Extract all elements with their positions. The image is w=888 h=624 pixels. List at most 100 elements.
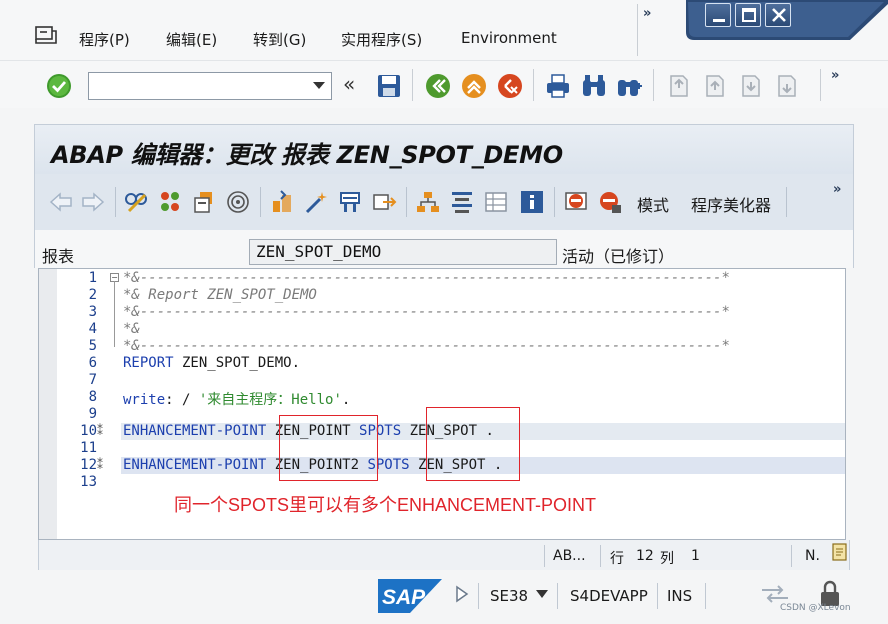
string-literal: '来自主程序：Hello' xyxy=(198,392,342,408)
enter-checkmark-icon[interactable] xyxy=(46,73,72,99)
svg-text:SAP: SAP xyxy=(382,586,426,609)
toolbar-divider xyxy=(406,187,407,217)
command-dropdown-icon[interactable] xyxy=(313,82,325,89)
external-breakpoint-icon[interactable] xyxy=(597,189,623,215)
transaction-code: SE38 xyxy=(490,587,529,605)
sap-logo-icon: SAP xyxy=(378,579,442,613)
toolbar-more-chevron-icon[interactable]: » xyxy=(831,68,839,83)
info-icon[interactable] xyxy=(519,189,545,215)
line-number: 7 xyxy=(88,372,97,388)
line-number: 9 xyxy=(88,406,97,422)
status-divider xyxy=(544,545,545,567)
enhancement-marker-icon[interactable]: ⁑ xyxy=(97,458,103,472)
col-label: 列 xyxy=(660,551,674,567)
server-name: S4DEVAPP xyxy=(570,587,648,605)
menu-icon[interactable] xyxy=(35,26,57,44)
row-value: 12 xyxy=(636,548,654,564)
watermark: CSDN @XLevon xyxy=(780,603,851,613)
line-number: 1 xyxy=(88,270,97,286)
input-mode[interactable]: INS xyxy=(667,587,692,605)
status-divider xyxy=(600,545,601,567)
page-title: ABAP 编辑器：更改 报表 ZEN_SPOT_DEMO xyxy=(51,141,563,169)
pattern-icon[interactable] xyxy=(449,189,475,215)
app-toolbar-more-chevron-icon[interactable]: » xyxy=(833,182,841,197)
where-used-icon[interactable] xyxy=(225,189,251,215)
code-text: : / xyxy=(165,392,199,408)
next-page-icon[interactable] xyxy=(737,72,765,100)
close-button[interactable] xyxy=(765,3,791,27)
pretty-printer-button[interactable]: 程序美化器 xyxy=(691,192,771,216)
mode-button[interactable]: 模式 xyxy=(637,192,669,216)
enhancement-marker-icon[interactable]: ⁑ xyxy=(97,424,103,438)
arrow-right-icon[interactable] xyxy=(80,189,106,215)
first-page-icon[interactable] xyxy=(665,72,693,100)
active-inactive-icon[interactable] xyxy=(157,189,183,215)
toolbar-divider xyxy=(653,69,654,101)
print-icon[interactable] xyxy=(544,72,572,100)
menu-program[interactable]: 程序(P) xyxy=(79,29,130,50)
keyword: REPORT xyxy=(123,355,174,371)
row-label: 行 xyxy=(610,551,624,567)
table-view-icon[interactable] xyxy=(483,189,509,215)
keyword: write xyxy=(123,392,166,408)
set-breakpoint-icon[interactable] xyxy=(563,189,589,215)
menu-divider xyxy=(637,4,638,56)
title-bar: ABAP 编辑器：更改 报表 ZEN_SPOT_DEMO xyxy=(34,124,854,174)
report-name-field[interactable]: ZEN_SPOT_DEMO xyxy=(249,239,557,265)
spot-highlight-box xyxy=(426,407,520,481)
exit-icon[interactable] xyxy=(460,72,488,100)
transaction-dropdown-icon[interactable] xyxy=(536,590,548,598)
editor-status-bar: AB... 行 12 列 1 N. xyxy=(38,540,850,570)
last-page-icon[interactable] xyxy=(773,72,801,100)
check-syntax-icon[interactable] xyxy=(269,189,295,215)
code-line-write: write: / '来自主程序：Hello'. xyxy=(123,389,350,409)
system-status-bar: SAP SE38 S4DEVAPP INS CSDN @XLevon xyxy=(0,570,888,624)
test-icon[interactable] xyxy=(337,189,363,215)
menu-environment[interactable]: Environment xyxy=(461,29,557,47)
line-number: 10 xyxy=(80,423,97,439)
save-icon[interactable] xyxy=(375,72,403,100)
arrow-left-icon[interactable] xyxy=(48,189,74,215)
report-status: 活动（已修订） xyxy=(562,247,675,266)
display-change-icon[interactable] xyxy=(123,189,149,215)
activate-wand-icon[interactable] xyxy=(303,189,329,215)
hierarchy-icon[interactable] xyxy=(415,189,441,215)
status-divider xyxy=(557,583,558,609)
point-highlight-box xyxy=(279,415,378,481)
menu-edit[interactable]: 编辑(E) xyxy=(166,29,217,50)
application-toolbar: 模式 程序美化器 » xyxy=(34,174,854,230)
code-line-report: REPORT ZEN_SPOT_DEMO. xyxy=(123,355,300,371)
menu-goto[interactable]: 转到(G) xyxy=(253,29,306,50)
minimize-button[interactable] xyxy=(705,3,731,27)
object-list-icon[interactable] xyxy=(191,189,217,215)
collapse-command-field-button[interactable]: « xyxy=(343,74,355,94)
previous-page-icon[interactable] xyxy=(701,72,729,100)
minimize-icon xyxy=(713,19,725,22)
line-number: 8 xyxy=(88,389,97,405)
code-line-comment: *&--------------------------------------… xyxy=(123,304,730,320)
play-icon[interactable] xyxy=(455,585,469,603)
toolbar-divider xyxy=(412,69,413,101)
code-editor[interactable]: − 1 2 3 4 5 6 7 8 9 10 11 12 13 ⁑ ⁑ *&--… xyxy=(38,268,846,540)
command-field[interactable] xyxy=(88,72,332,100)
annotation-note: 同一个SPOTS里可以有多个ENHANCEMENT-POINT xyxy=(174,495,597,515)
back-icon[interactable] xyxy=(424,72,452,100)
line-number: 12 xyxy=(80,457,97,473)
fold-guide xyxy=(114,281,115,347)
navigation-icon[interactable] xyxy=(371,189,397,215)
find-icon[interactable] xyxy=(580,72,608,100)
window-controls xyxy=(686,0,888,42)
line-number: 13 xyxy=(80,474,97,490)
menu-more-chevron-icon[interactable]: » xyxy=(643,6,651,21)
status-divider xyxy=(705,583,706,609)
find-next-icon[interactable] xyxy=(616,72,644,100)
report-header: 报表 ZEN_SPOT_DEMO 活动（已修订） xyxy=(34,230,854,268)
code-line-comment: *&--------------------------------------… xyxy=(123,338,730,354)
editor-mode: AB... xyxy=(553,548,586,564)
maximize-icon xyxy=(742,8,756,22)
cancel-icon[interactable] xyxy=(496,72,524,100)
menu-bar: 程序(P) 编辑(E) 转到(G) 实用程序(S) Environment » xyxy=(0,0,888,60)
maximize-button[interactable] xyxy=(735,3,761,27)
menu-utilities[interactable]: 实用程序(S) xyxy=(341,29,422,50)
document-icon[interactable] xyxy=(832,543,848,561)
